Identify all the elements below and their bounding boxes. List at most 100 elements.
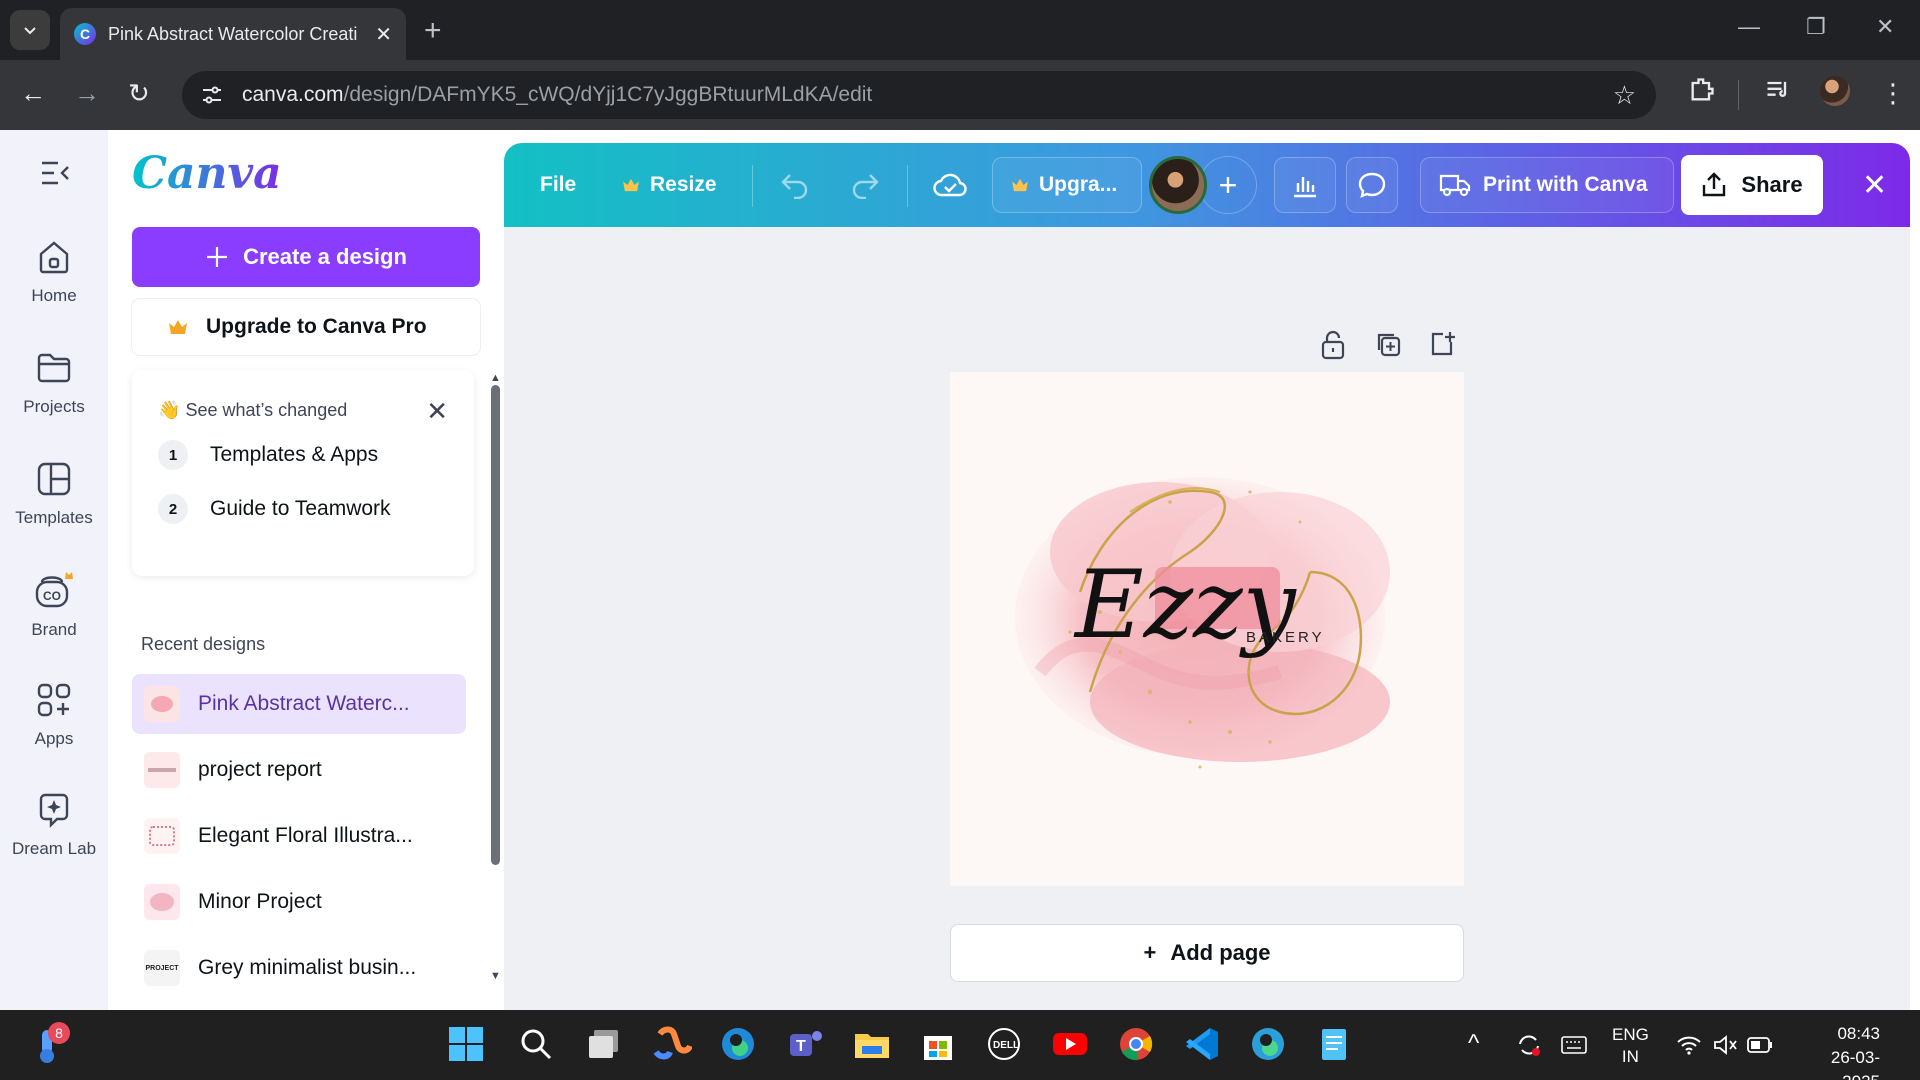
design-canvas-page[interactable]: Ezzy BAKERY — [950, 372, 1464, 886]
recent-design-item[interactable]: PROJECT Grey minimalist busin... — [132, 938, 466, 998]
clock[interactable]: 08:43 26-03-2025 — [1796, 1022, 1880, 1080]
resize-button[interactable]: Resize — [622, 157, 717, 213]
wifi-icon[interactable] — [1676, 1034, 1702, 1056]
volume-muted-icon[interactable] — [1712, 1034, 1738, 1056]
recent-design-item[interactable]: Minor Project — [132, 872, 466, 932]
recent-design-label: Minor Project — [198, 890, 322, 913]
rail-brand[interactable]: CO Brand — [0, 570, 108, 640]
collaborator-avatar[interactable] — [1149, 156, 1207, 214]
window-close-icon[interactable]: ✕ — [1876, 14, 1894, 40]
add-page-button[interactable]: + Add page — [950, 924, 1464, 982]
upgrade-button[interactable]: Upgra... — [992, 157, 1142, 213]
search-icon[interactable] — [516, 1024, 556, 1064]
insights-button[interactable] — [1274, 157, 1336, 213]
brand-icon: CO — [35, 572, 73, 608]
duplicate-page-icon[interactable] — [1374, 330, 1402, 358]
url-text: canva.com/design/DAFmYK5_cWQ/dYjj1C7yJgg… — [242, 83, 873, 106]
share-upload-icon — [1703, 172, 1726, 197]
recent-design-label: project report — [198, 758, 322, 781]
file-explorer-icon[interactable] — [852, 1024, 892, 1064]
rail-label: Brand — [31, 620, 77, 639]
scroll-up-arrow[interactable]: ▲ — [490, 372, 501, 384]
canva-favicon-icon: C — [74, 23, 96, 45]
edge-icon[interactable] — [718, 1024, 758, 1064]
extensions-icon[interactable] — [1688, 76, 1716, 104]
rail-templates[interactable]: Templates — [0, 460, 108, 528]
keyboard-icon[interactable] — [1560, 1034, 1588, 1056]
recent-design-item[interactable]: Elegant Floral Illustra... — [132, 806, 466, 866]
task-view-icon[interactable] — [584, 1024, 624, 1064]
tab-title: Pink Abstract Watercolor Creati — [108, 23, 358, 44]
back-icon[interactable]: ← — [20, 78, 46, 109]
close-card-icon[interactable]: ✕ — [426, 396, 448, 427]
print-label: Print with Canva — [1483, 173, 1648, 196]
share-button[interactable]: Share — [1681, 155, 1823, 215]
language-indicator[interactable]: ENG IN — [1612, 1024, 1649, 1068]
step-label: Templates & Apps — [210, 443, 379, 466]
watercolor-logo-artwork: Ezzy BAKERY — [1015, 477, 1390, 769]
add-page-icon[interactable] — [1428, 330, 1456, 358]
cloud-saved-icon[interactable] — [932, 169, 968, 201]
collapse-menu-icon[interactable] — [40, 160, 70, 186]
restore-icon[interactable]: ❐ — [1806, 14, 1826, 40]
editor-toolbar: File Resize Upgra... + Print with Canva … — [504, 143, 1910, 227]
recent-design-item[interactable]: Pink Abstract Waterc... — [132, 674, 466, 734]
new-tab-button[interactable]: + — [424, 14, 442, 48]
redo-icon[interactable] — [850, 171, 880, 199]
design-thumbnail: PROJECT — [144, 950, 180, 986]
recent-design-item[interactable]: project report — [132, 740, 466, 800]
teams-icon[interactable]: T — [786, 1024, 826, 1064]
browser-tab-strip: C Pink Abstract Watercolor Creati ✕ + — … — [0, 0, 1920, 60]
edge-beta-icon[interactable] — [1248, 1024, 1288, 1064]
panel-scrollbar[interactable] — [491, 385, 500, 865]
print-with-canva-button[interactable]: Print with Canva — [1420, 157, 1674, 213]
add-page-label: Add page — [1170, 940, 1271, 965]
notepad-icon[interactable] — [1314, 1024, 1354, 1064]
youtube-icon[interactable] — [1050, 1024, 1090, 1064]
canva-logo[interactable]: Canva — [132, 148, 282, 199]
plus-icon: + — [1143, 940, 1157, 965]
step-guide-teamwork[interactable]: 2 Guide to Teamwork — [158, 494, 391, 524]
comment-icon — [1358, 172, 1386, 198]
home-icon — [39, 241, 69, 274]
show-hidden-icons-chevron[interactable]: ^ — [1468, 1030, 1479, 1058]
rail-apps[interactable]: Apps — [0, 681, 108, 749]
comments-button[interactable] — [1346, 157, 1398, 213]
reload-icon[interactable]: ↻ — [128, 78, 150, 109]
step-templates-apps[interactable]: 1 Templates & Apps — [158, 440, 378, 470]
bookmark-star-icon[interactable]: ☆ — [1613, 80, 1636, 111]
undo-icon[interactable] — [780, 171, 810, 199]
site-settings-icon[interactable] — [200, 83, 224, 107]
microsoft-store-icon[interactable] — [918, 1024, 958, 1064]
invite-collaborator-button[interactable]: + — [1199, 156, 1257, 214]
media-control-icon[interactable] — [1764, 76, 1792, 104]
sync-icon[interactable] — [1516, 1032, 1542, 1058]
address-bar[interactable]: canva.com/design/DAFmYK5_cWQ/dYjj1C7yJgg… — [182, 71, 1656, 119]
rail-projects[interactable]: Projects — [0, 349, 108, 417]
close-editor-icon[interactable]: ✕ — [1862, 157, 1887, 213]
dell-icon[interactable]: DELL — [984, 1024, 1024, 1064]
close-tab-icon[interactable]: ✕ — [375, 22, 392, 47]
scroll-down-arrow[interactable]: ▼ — [490, 970, 501, 982]
file-menu-button[interactable]: File — [540, 157, 576, 213]
browser-tab[interactable]: C Pink Abstract Watercolor Creati ✕ — [60, 8, 406, 60]
design-thumbnail — [144, 818, 180, 854]
upgrade-pro-button[interactable]: Upgrade to Canva Pro — [132, 299, 480, 355]
vscode-icon[interactable] — [1182, 1024, 1222, 1064]
minimize-icon[interactable]: — — [1738, 14, 1760, 40]
chrome-icon[interactable] — [1116, 1024, 1156, 1064]
battery-icon[interactable] — [1746, 1035, 1774, 1055]
windows-start-icon[interactable] — [446, 1024, 486, 1064]
rail-dream-lab[interactable]: Dream Lab — [0, 791, 108, 859]
create-design-button[interactable]: Create a design — [132, 227, 480, 287]
lock-icon[interactable] — [1320, 330, 1346, 360]
step-number: 1 — [158, 440, 188, 470]
tab-search-button[interactable] — [10, 10, 50, 50]
plus-icon — [207, 247, 228, 267]
copilot-icon[interactable] — [652, 1024, 692, 1064]
forward-icon[interactable]: → — [74, 78, 100, 109]
rail-home[interactable]: Home — [0, 238, 108, 306]
toolbar-divider — [1738, 80, 1739, 110]
profile-avatar[interactable] — [1820, 76, 1850, 106]
more-menu-icon[interactable]: ⋮ — [1880, 78, 1906, 109]
